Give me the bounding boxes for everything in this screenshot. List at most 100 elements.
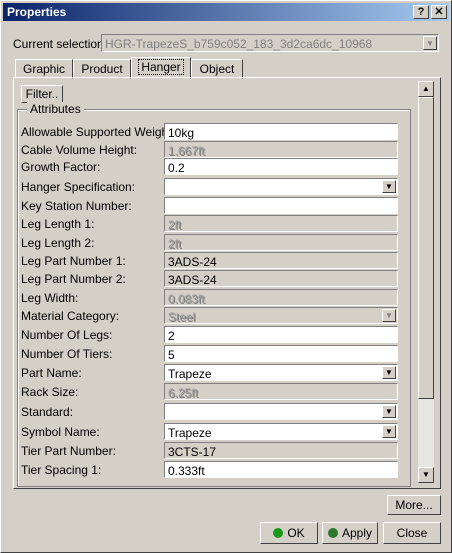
attribute-dropdown[interactable]: ▼: [164, 178, 398, 195]
tab-hanger[interactable]: Hanger: [131, 57, 191, 79]
attribute-value: 5: [168, 348, 175, 362]
attribute-dropdown[interactable]: ▼: [164, 403, 398, 420]
attribute-row: Part Name: Trapeze ▼: [21, 364, 401, 382]
ok-label: OK: [287, 526, 305, 540]
current-selection-value: HGR-TrapezeS_b759c052_183_3d2ca6dc_10968: [105, 37, 373, 51]
chevron-down-icon[interactable]: ▼: [382, 405, 396, 418]
more-button[interactable]: More...: [387, 495, 441, 515]
attribute-label: Number Of Tiers:: [21, 347, 113, 361]
attribute-row: Number Of Tiers: 5: [21, 345, 401, 363]
attribute-field[interactable]: [164, 197, 398, 214]
attribute-row: Key Station Number:: [21, 197, 401, 215]
vertical-scrollbar[interactable]: ▲ ▼: [418, 81, 434, 483]
attribute-value: 2ft: [168, 218, 182, 232]
attribute-label: Tier Spacing 1:: [21, 463, 102, 477]
attribute-label: Allowable Supported Weight:: [21, 125, 175, 139]
chevron-down-icon[interactable]: ▼: [423, 36, 437, 50]
attribute-field[interactable]: 5: [164, 345, 398, 362]
attribute-field: 0.083ft: [164, 289, 398, 306]
scroll-up-icon[interactable]: ▲: [418, 81, 434, 97]
attribute-field: 2ft: [164, 234, 398, 251]
attribute-label: Leg Part Number 1:: [21, 254, 126, 268]
attribute-dropdown[interactable]: Trapeze ▼: [164, 423, 398, 440]
attribute-field[interactable]: 2: [164, 326, 398, 343]
attribute-value: 2: [168, 329, 175, 343]
scroll-down-icon[interactable]: ▼: [418, 467, 434, 483]
attribute-field: 1.667ft: [164, 141, 398, 158]
help-button[interactable]: ?: [413, 5, 429, 19]
attribute-value: 2ft: [168, 237, 182, 251]
attribute-value: 10kg: [168, 126, 195, 140]
apply-button[interactable]: Apply: [322, 522, 378, 544]
attribute-value: 3CTS-17: [168, 445, 217, 459]
attribute-label: Leg Width:: [21, 291, 79, 305]
attribute-field: 3ADS-24: [164, 270, 398, 287]
attribute-row: Growth Factor: 0.2: [21, 158, 401, 176]
attribute-row: Tier Spacing 1: 0.333ft: [21, 461, 401, 479]
ok-icon: [273, 528, 284, 538]
properties-window: Properties ? ✕ Current selection : HGR-T…: [0, 0, 452, 553]
tab-graphic[interactable]: Graphic: [15, 59, 73, 79]
attribute-field[interactable]: 10kg: [164, 123, 398, 140]
attribute-field[interactable]: 0.2: [164, 158, 398, 175]
chevron-down-icon: ▼: [382, 309, 396, 322]
attribute-value: Trapeze: [168, 426, 212, 440]
attribute-label: Rack Size:: [21, 385, 79, 399]
chevron-down-icon[interactable]: ▼: [382, 180, 396, 193]
attribute-label: Standard:: [21, 405, 74, 419]
attribute-value: 0.083ft: [168, 292, 205, 306]
close-button[interactable]: Close: [383, 522, 441, 544]
attribute-label: Growth Factor:: [21, 160, 101, 174]
attribute-field: 3CTS-17: [164, 442, 398, 459]
tab-graphic-label: Graphic: [22, 62, 66, 76]
attribute-field: 6.25ft: [164, 383, 398, 400]
attribute-value: 3ADS-24: [168, 273, 217, 287]
tab-product[interactable]: Product: [73, 59, 131, 79]
attribute-row: Leg Length 1: 2ft: [21, 215, 401, 233]
attribute-field: 3ADS-24: [164, 252, 398, 269]
attribute-row: Leg Length 2: 2ft: [21, 234, 401, 252]
attribute-label: Leg Part Number 2:: [21, 272, 126, 286]
attribute-row: Symbol Name: Trapeze ▼: [21, 423, 401, 441]
attribute-row: Allowable Supported Weight: 10kg: [21, 123, 401, 141]
tab-hanger-label: Hanger: [138, 59, 184, 75]
attribute-label: Tier Part Number:: [21, 444, 116, 458]
attribute-row: Leg Part Number 1: 3ADS-24: [21, 252, 401, 270]
attribute-label: Symbol Name:: [21, 425, 100, 439]
attributes-title: Attributes: [27, 102, 84, 116]
attribute-label: Part Name:: [21, 366, 82, 380]
attribute-label: Number Of Legs:: [21, 328, 113, 342]
attribute-dropdown[interactable]: Trapeze ▼: [164, 364, 398, 381]
ok-button[interactable]: OK: [260, 522, 318, 544]
current-selection-combo[interactable]: HGR-TrapezeS_b759c052_183_3d2ca6dc_10968…: [101, 34, 439, 52]
attribute-label: Key Station Number:: [21, 199, 132, 213]
attribute-row: Standard: ▼: [21, 403, 401, 421]
attribute-value: 1.667ft: [168, 144, 205, 158]
tab-product-label: Product: [81, 62, 123, 76]
tab-object[interactable]: Object: [191, 59, 243, 79]
apply-label: Apply: [341, 526, 373, 540]
attribute-label: Leg Length 1:: [21, 217, 95, 231]
attribute-value: 6.25ft: [168, 386, 199, 400]
scroll-thumb[interactable]: [418, 97, 434, 399]
attribute-row: Rack Size: 6.25ft: [21, 383, 401, 401]
chevron-down-icon[interactable]: ▼: [382, 425, 396, 438]
attribute-value: 0.2: [168, 161, 185, 175]
attribute-field[interactable]: 0.333ft: [164, 461, 398, 478]
tab-object-label: Object: [199, 62, 235, 76]
attribute-value: Steel: [168, 310, 196, 324]
attribute-row: Hanger Specification: ▼: [21, 178, 401, 196]
attribute-value: 3ADS-24: [168, 255, 217, 269]
apply-icon: [327, 528, 338, 538]
attribute-label: Hanger Specification:: [21, 180, 136, 194]
attribute-label: Material Category:: [21, 309, 120, 323]
window-title: Properties: [7, 5, 67, 19]
attribute-row: Material Category: Steel ▼: [21, 307, 401, 325]
attribute-row: Leg Part Number 2: 3ADS-24: [21, 270, 401, 288]
close-window-button[interactable]: ✕: [431, 5, 447, 19]
filter-button[interactable]: Filter..: [21, 85, 63, 103]
attribute-label: Cable Volume Height:: [21, 143, 138, 157]
attribute-row: Leg Width: 0.083ft: [21, 289, 401, 307]
attribute-value: 0.333ft: [168, 464, 205, 478]
chevron-down-icon[interactable]: ▼: [382, 366, 396, 379]
